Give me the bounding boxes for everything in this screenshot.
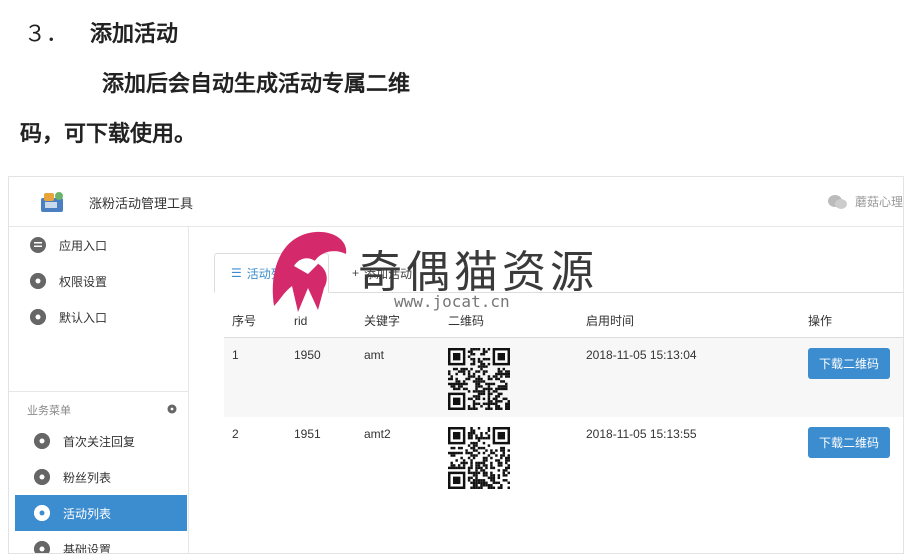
sidebar-item-label: 活动列表 (63, 506, 112, 521)
app-logo-icon (41, 192, 63, 212)
step-heading: 添加活动 (90, 21, 179, 47)
gear-icon (30, 309, 46, 325)
app-window: 涨粉活动管理工具 蘑菇心理 应用入口 权限设置 默认入口 业务菜单 首次关注回复… (8, 176, 904, 554)
cell-keyword: amt (356, 337, 440, 417)
sidebar-item-app-entry[interactable]: 应用入口 (15, 227, 187, 263)
gear-icon (34, 505, 50, 521)
cell-keyword: amt2 (364, 427, 391, 441)
step-number: ３． (24, 22, 69, 47)
sidebar-item-basic-settings[interactable]: 基础设置 (15, 531, 187, 554)
user-name: 蘑菇心理 (854, 195, 903, 209)
gear-icon (34, 541, 50, 553)
tab-label: 添加活动 (364, 266, 413, 281)
sidebar-item-fans-list[interactable]: 粉丝列表 (15, 459, 187, 495)
sidebar-item-label: 权限设置 (59, 274, 108, 289)
qr-code-image (448, 347, 510, 410)
gear-icon (34, 469, 50, 485)
tab-activity-list[interactable]: ☰ 活动列表 (214, 253, 329, 293)
tab-label: 活动列表 (246, 266, 295, 281)
section-title: 业务菜单 (27, 404, 71, 417)
download-qrcode-button[interactable]: 下载二维码 (808, 427, 891, 458)
plus-icon: + (352, 266, 360, 280)
cell-time: 2018-11-05 15:13:04 (578, 337, 800, 417)
list-icon: ☰ (231, 266, 242, 280)
sidebar-item-label: 基础设置 (63, 542, 112, 554)
document-line-3: 码，可下载使用。 (20, 121, 197, 147)
gear-icon (30, 273, 46, 289)
sidebar-item-label: 粉丝列表 (63, 470, 112, 485)
document-line-1: ３． 添加活动 (24, 16, 178, 48)
cell-index: 1 (224, 337, 286, 417)
cell-time: 2018-11-05 15:13:55 (586, 427, 697, 441)
user-menu[interactable]: 蘑菇心理 (827, 193, 903, 210)
column-header-rid: rid (286, 305, 356, 338)
gear-icon (34, 433, 50, 449)
column-header-index: 序号 (224, 305, 286, 338)
sidebar-section-business: 业务菜单 (9, 391, 189, 425)
sidebar: 应用入口 权限设置 默认入口 业务菜单 首次关注回复 粉丝列表 活动列表 基础设… (9, 227, 189, 554)
column-header-qrcode: 二维码 (440, 305, 578, 338)
activity-table: 序号 rid 关键字 二维码 启用时间 操作 1 1950 amt 2018-1… (224, 305, 903, 497)
gear-icon[interactable] (167, 404, 177, 414)
cell-action: 下载二维码 (800, 417, 903, 497)
cell-qrcode (440, 417, 578, 497)
column-header-keyword: 关键字 (356, 305, 440, 338)
sidebar-item-default-entry[interactable]: 默认入口 (15, 299, 187, 335)
cell-rid: 1951 (294, 427, 321, 441)
cell-action: 下载二维码 (800, 337, 903, 417)
chat-bubble-icon (30, 237, 46, 253)
tab-bar: ☰ 活动列表 + 添加活动 (214, 253, 903, 293)
download-qrcode-button[interactable]: 下载二维码 (808, 347, 891, 379)
column-header-action: 操作 (800, 305, 903, 338)
sidebar-item-label: 应用入口 (59, 238, 108, 253)
table-row: 2 1951 amt2 2018-11-05 15:13:55 下载二维码 (224, 417, 903, 497)
cell-qrcode (440, 337, 578, 417)
sidebar-item-activity-list[interactable]: 活动列表 (15, 495, 187, 531)
document-line-2: 添加后会自动生成活动专属二维 (102, 71, 411, 97)
top-bar: 涨粉活动管理工具 蘑菇心理 (9, 177, 903, 227)
sidebar-item-label: 首次关注回复 (63, 434, 136, 449)
table-row: 1 1950 amt 2018-11-05 15:13:04 下载二维码 (224, 337, 903, 417)
app-title: 涨粉活动管理工具 (89, 196, 194, 211)
sidebar-item-permissions[interactable]: 权限设置 (15, 263, 187, 299)
cell-index: 2 (232, 427, 239, 441)
cell-rid: 1950 (286, 337, 356, 417)
qr-code-image (448, 427, 510, 489)
table-header-row: 序号 rid 关键字 二维码 启用时间 操作 (224, 305, 903, 338)
wechat-icon (827, 194, 847, 209)
column-header-time: 启用时间 (578, 305, 800, 338)
sidebar-item-first-follow-reply[interactable]: 首次关注回复 (15, 423, 187, 459)
tab-add-activity[interactable]: + 添加活动 (342, 253, 412, 293)
sidebar-item-label: 默认入口 (59, 310, 108, 325)
main-content: ☰ 活动列表 + 添加活动 序号 rid 关键字 二维码 启用时间 操作 1 1… (190, 227, 903, 553)
